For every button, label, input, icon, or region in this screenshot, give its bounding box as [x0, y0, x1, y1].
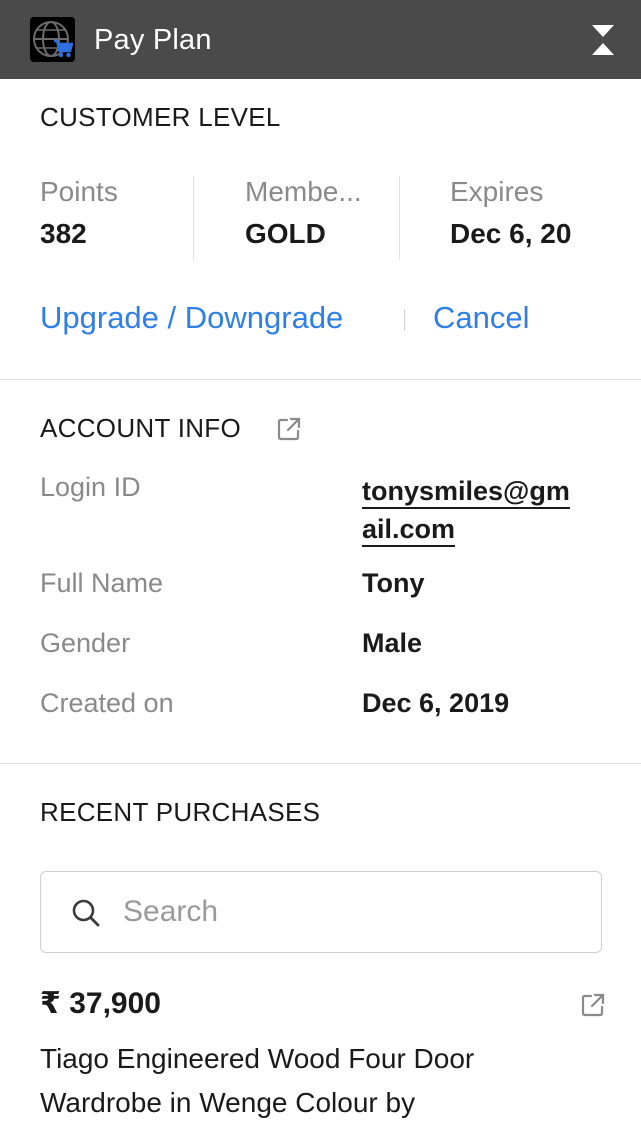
customer-level-heading: CUSTOMER LEVEL [40, 102, 281, 132]
account-info-heading: ACCOUNT INFO [40, 413, 242, 443]
app-title: Pay Plan [94, 24, 212, 56]
search-input[interactable] [123, 890, 583, 934]
stat-value: 382 [40, 218, 87, 249]
stat-value: GOLD [245, 218, 326, 249]
stat-label: Membe... [245, 176, 362, 207]
stat-divider [399, 176, 400, 260]
stat-points: Points 382 [40, 176, 180, 260]
search-icon [71, 898, 101, 928]
stat-membership: Membe... GOLD [245, 176, 385, 260]
pay-plan-panel: Pay Plan CUSTOMER LEVEL Points 382 Membe… [0, 0, 641, 1147]
created-on-value: Dec 6, 2019 [362, 688, 510, 718]
purchase-price: ₹ 37,900 [40, 987, 161, 1020]
section-divider [0, 379, 641, 380]
login-id-link[interactable]: tonysmiles@gm ail.com [362, 472, 602, 548]
search-box[interactable] [40, 871, 602, 953]
stat-expires: Expires Dec 6, 20 [450, 176, 600, 260]
globe-cart-icon [30, 17, 75, 62]
section-divider [0, 763, 641, 764]
full-name-value: Tony [362, 568, 425, 598]
stat-value: Dec 6, 20 [450, 218, 572, 249]
created-on-label: Created on [40, 688, 174, 718]
upgrade-downgrade-link[interactable]: Upgrade / Downgrade [40, 300, 343, 336]
stat-label: Points [40, 176, 118, 207]
header-bar: Pay Plan [0, 0, 641, 79]
gender-value: Male [362, 628, 423, 658]
link-separator [404, 309, 405, 331]
purchase-product-title[interactable]: Tiago Engineered Wood Four Door Wardrobe… [40, 1037, 580, 1125]
stat-divider [193, 176, 194, 260]
recent-purchases-heading: RECENT PURCHASES [40, 797, 321, 827]
external-link-icon[interactable] [276, 416, 302, 442]
external-link-icon[interactable] [580, 992, 606, 1018]
stat-label: Expires [450, 176, 544, 207]
full-name-label: Full Name [40, 568, 164, 598]
collapse-icon[interactable] [591, 24, 615, 56]
login-id-label: Login ID [40, 472, 141, 502]
gender-label: Gender [40, 628, 131, 658]
cancel-link[interactable]: Cancel [433, 300, 530, 336]
